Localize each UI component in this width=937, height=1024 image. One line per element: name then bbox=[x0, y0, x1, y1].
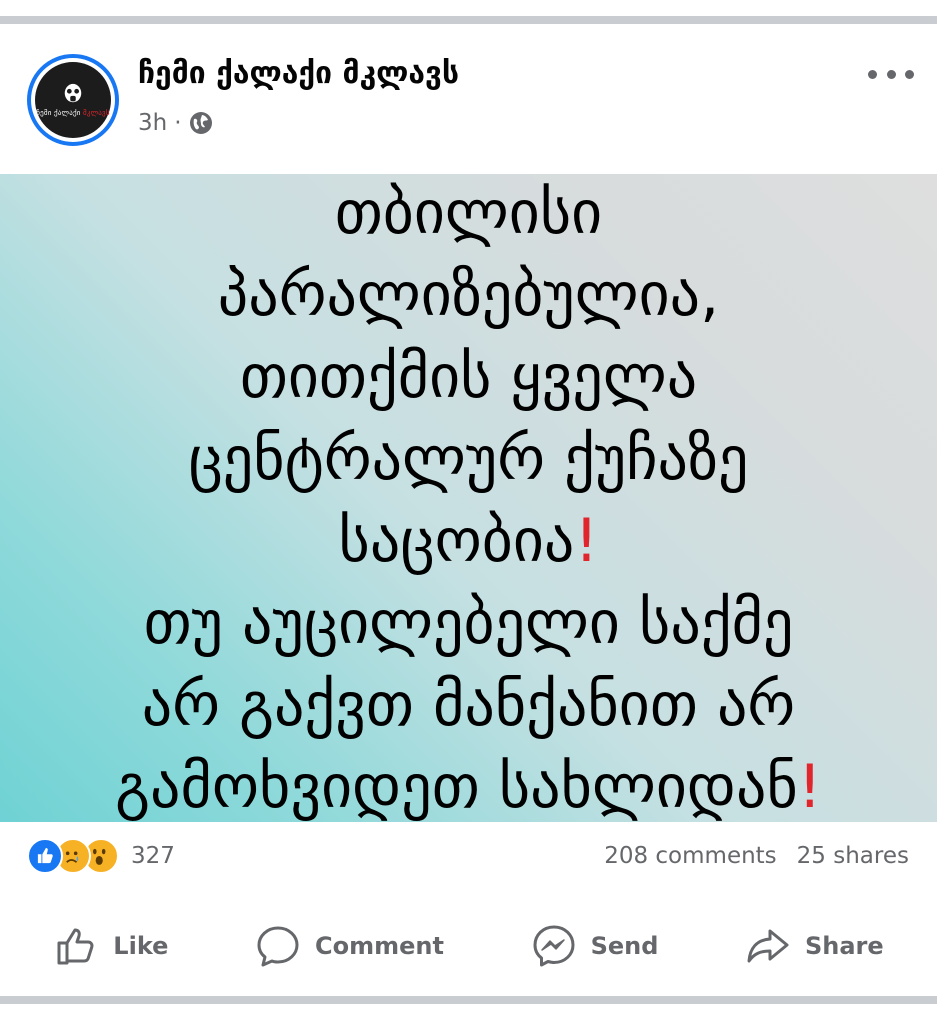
send-button[interactable]: Send bbox=[531, 923, 659, 969]
shares-count[interactable]: 25 shares bbox=[797, 843, 909, 869]
comment-bubble-icon bbox=[257, 926, 299, 967]
image-text-line: ცენტრალურ ქუჩაზე bbox=[188, 424, 749, 494]
post-timestamp[interactable]: 3h bbox=[138, 110, 167, 136]
post-meta: 3h · bbox=[138, 110, 213, 136]
comment-button[interactable]: Comment bbox=[255, 923, 444, 969]
more-horizontal-icon-dot-1 bbox=[868, 69, 877, 79]
globe-icon[interactable] bbox=[189, 111, 213, 135]
image-text-line: საცობია! bbox=[338, 506, 599, 576]
like-reaction-icon bbox=[27, 838, 63, 874]
more-options-button[interactable] bbox=[868, 66, 914, 82]
engagement-counts: 208 comments 25 shares bbox=[604, 843, 909, 869]
reaction-count: 327 bbox=[131, 843, 175, 869]
gas-mask-icon bbox=[64, 83, 82, 103]
more-horizontal-icon-dot-2 bbox=[886, 69, 896, 79]
image-text-line: თითქმის ყველა bbox=[239, 342, 698, 412]
page-logo: ჩემი ქალაქი მკლავს bbox=[35, 62, 111, 138]
messenger-icon bbox=[533, 925, 575, 967]
reactions-summary[interactable]: 327 bbox=[27, 838, 175, 874]
post-image[interactable]: თბილისი პარალიზებულია, თითქმის ყველა ცენტრა… bbox=[0, 174, 937, 822]
image-text-line: არ გაქვთ მანქანით არ bbox=[141, 670, 796, 740]
comments-count[interactable]: 208 comments bbox=[604, 843, 776, 869]
image-text-line: პარალიზებულია, bbox=[217, 260, 720, 330]
logo-text-white: ჩემი ქალაქი bbox=[36, 109, 81, 117]
more-horizontal-icon-dot-3 bbox=[905, 69, 914, 79]
post-stats: 327 208 comments 25 shares bbox=[0, 826, 937, 896]
avatar[interactable]: ჩემი ქალაქი მკლავს bbox=[27, 54, 119, 146]
like-button[interactable]: Like bbox=[53, 923, 168, 969]
share-label: Share bbox=[804, 932, 884, 960]
image-text-line: გამოხვიდეთ სახლიდან! bbox=[115, 752, 822, 822]
logo-text: ჩემი ქალაქი მკლავს bbox=[36, 109, 109, 117]
post-actions: Like Comment Send Share bbox=[0, 904, 937, 988]
like-label: Like bbox=[113, 932, 169, 960]
image-text-line: თბილისი bbox=[334, 178, 603, 248]
share-arrow-icon bbox=[747, 929, 789, 963]
logo-text-red: მკლავს bbox=[83, 109, 110, 117]
image-text-line: თუ აუცილებელი საქმე bbox=[143, 588, 794, 658]
meta-separator: · bbox=[174, 110, 182, 136]
comment-label: Comment bbox=[315, 932, 444, 960]
send-label: Send bbox=[590, 932, 659, 960]
page-name[interactable]: ჩემი ქალაქი მკლავს bbox=[138, 56, 459, 91]
feed-separator-bottom bbox=[0, 996, 937, 1004]
post-header: ჩემი ქალაქი მკლავს ჩემი ქალაქი მკლავს 3h… bbox=[0, 24, 937, 174]
share-button[interactable]: Share bbox=[745, 923, 884, 969]
thumbs-up-icon bbox=[57, 928, 94, 965]
post-image-text: თბილისი პარალიზებულია, თითქმის ყველა ცენტრა… bbox=[0, 174, 937, 822]
feed-separator-top bbox=[0, 16, 937, 24]
